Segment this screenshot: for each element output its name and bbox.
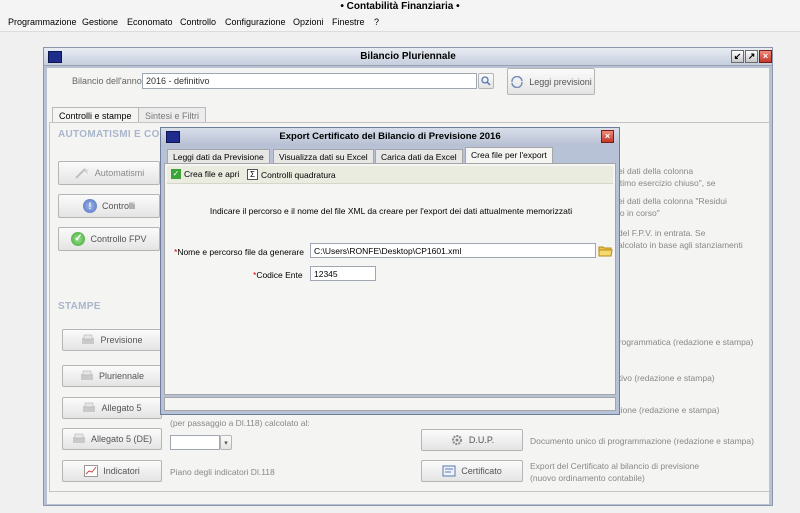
certificato-label: Certificato <box>461 466 502 476</box>
export-dialog: Export Certificato del Bilancio di Previ… <box>160 127 620 415</box>
magic-wand-icon <box>75 167 89 179</box>
controllo-fpv-button[interactable]: ✓ Controllo FPV <box>58 227 160 251</box>
previsione-desc: programmatica (redazione e stampa) <box>614 337 754 347</box>
controlli-desc: ei dati della colonna "Residui io in cors… <box>618 196 727 218</box>
tab-visualizza-excel[interactable]: Visualizza dati su Excel <box>273 149 374 164</box>
allegato5-button[interactable]: Allegato 5 <box>62 397 162 419</box>
dup-button[interactable]: D.U.P. <box>421 429 523 451</box>
printer-icon <box>80 370 93 380</box>
menu-gestione[interactable]: Gestione <box>82 17 118 27</box>
tab-carica-excel[interactable]: Carica dati da Excel <box>375 149 463 164</box>
chart-icon <box>84 465 99 477</box>
dialog-tabs: Leggi dati da Previsione Visualizza dati… <box>164 147 616 164</box>
codice-ente-input[interactable]: 12345 <box>310 266 376 281</box>
window-title: Bilancio Pluriennale <box>360 51 456 62</box>
automatismi-button[interactable]: Automatismi <box>58 161 160 185</box>
window-titlebar: Bilancio Pluriennale ↙ ↗ × <box>44 48 772 66</box>
automatismi-title: AUTOMATISMI E CON <box>58 129 168 140</box>
chevron-down-icon: ▾ <box>224 439 228 447</box>
check-quadratura-button[interactable]: Σ Controlli quadratura <box>247 169 336 180</box>
app-title: • Contabilità Finanziaria • <box>0 0 800 14</box>
tab-leggi-dati[interactable]: Leggi dati da Previsione <box>167 149 270 164</box>
previsione-label: Previsione <box>100 335 143 345</box>
printer-icon <box>82 334 95 344</box>
dialog-instruction: Indicare il percorso e il nome del file … <box>209 206 573 216</box>
indicatori-label: Indicatori <box>103 466 140 476</box>
previsione-button[interactable]: Previsione <box>62 329 162 351</box>
ente-label: *Codice Ente <box>253 270 303 280</box>
checkmark-icon: ✓ <box>171 169 181 179</box>
controlli-button[interactable]: ! Controlli <box>58 194 160 218</box>
path-label: *Nome e percorso file da generare <box>174 247 304 257</box>
controlli-label: Controlli <box>101 201 135 211</box>
file-path-input[interactable]: C:\Users\RONFE\Desktop\CP1601.xml <box>310 243 596 258</box>
info-icon: ! <box>82 199 97 213</box>
menu-bar: Programmazione Gestione Economato Contro… <box>0 14 800 32</box>
allegato5-desc: stione (redazione e stampa) <box>614 405 720 415</box>
printer-icon <box>83 402 96 412</box>
date-dropdown-button[interactable]: ▾ <box>220 435 232 450</box>
menu-opzioni[interactable]: Opzioni <box>293 17 324 27</box>
read-previsioni-button[interactable]: Leggi previsioni <box>507 68 595 95</box>
pluriennale-label: Pluriennale <box>98 371 145 381</box>
automatismi-desc-1: ei dati della colonna ltimo esercizio chi… <box>618 166 716 188</box>
menu-programmazione[interactable]: Programmazione <box>8 17 77 27</box>
certificato-button[interactable]: Certificato <box>421 460 523 482</box>
allegato5-de-button[interactable]: Allegato 5 (DE) <box>62 428 162 450</box>
menu-help[interactable]: ? <box>374 17 379 27</box>
read-previsioni-label: Leggi previsioni <box>529 76 592 87</box>
certificate-icon <box>442 465 456 477</box>
allegato5-label: Allegato 5 <box>101 403 142 413</box>
fpv-desc: del F.P.V. in entrata. Se alcolato in bas… <box>618 228 743 250</box>
create-open-label: Crea file e apri <box>184 169 240 179</box>
menu-controllo[interactable]: Controllo <box>180 17 216 27</box>
controllo-fpv-label: Controllo FPV <box>90 234 147 244</box>
dialog-titlebar: Export Certificato del Bilancio di Previ… <box>161 128 619 146</box>
dup-desc: Documento unico di programmazione (redaz… <box>530 436 754 446</box>
check-quadratura-label: Controlli quadratura <box>261 169 336 180</box>
create-open-button[interactable]: ✓ Crea file e apri <box>171 169 239 179</box>
dialog-title: Export Certificato del Bilancio di Previ… <box>279 131 501 142</box>
refresh-icon <box>511 75 523 88</box>
browse-folder-button[interactable] <box>598 244 613 257</box>
maximize-button[interactable]: ↗ <box>745 50 758 63</box>
menu-finestre[interactable]: Finestre <box>332 17 365 27</box>
automatismi-label: Automatismi <box>94 168 145 178</box>
dialog-close-button[interactable]: × <box>601 130 614 143</box>
check-icon: ✓ <box>71 232 86 246</box>
pluriennale-button[interactable]: Pluriennale <box>62 365 162 387</box>
search-button[interactable] <box>478 73 494 89</box>
dialog-toolbar: ✓ Crea file e apri Σ Controlli quadratur… <box>167 166 613 184</box>
menu-configurazione[interactable]: Configurazione <box>225 17 286 27</box>
dup-label: D.U.P. <box>468 435 495 445</box>
folder-icon <box>598 246 613 257</box>
printer-icon <box>72 433 85 443</box>
date-field[interactable] <box>170 435 220 450</box>
dialog-statusbar <box>164 397 616 411</box>
pluriennale-desc: ntivo (redazione e stampa) <box>614 373 715 383</box>
search-icon <box>481 76 491 86</box>
indicatori-button[interactable]: Indicatori <box>62 460 162 482</box>
stampe-title: STAMPE <box>58 301 101 312</box>
passaggio-label: (per passaggio a Dl.118) calcolato al: <box>170 418 310 428</box>
year-field[interactable]: 2016 - definitivo <box>142 73 477 89</box>
menu-economato[interactable]: Economato <box>127 17 173 27</box>
gear-icon <box>451 435 462 445</box>
dialog-panel: ✓ Crea file e apri Σ Controlli quadratur… <box>164 163 616 395</box>
close-button[interactable]: × <box>759 50 772 63</box>
sigma-icon: Σ <box>247 169 258 180</box>
allegato5-de-label: Allegato 5 (DE) <box>90 434 153 444</box>
minimize-button[interactable]: ↙ <box>731 50 744 63</box>
year-label: Bilancio dell'anno: <box>72 76 145 86</box>
tab-crea-file-export[interactable]: Crea file per l'export <box>465 147 553 164</box>
certificato-desc: Export del Certificato al bilancio di pr… <box>530 461 700 483</box>
indicatori-desc: Piano degli indicatori Dl.118 <box>170 467 275 477</box>
